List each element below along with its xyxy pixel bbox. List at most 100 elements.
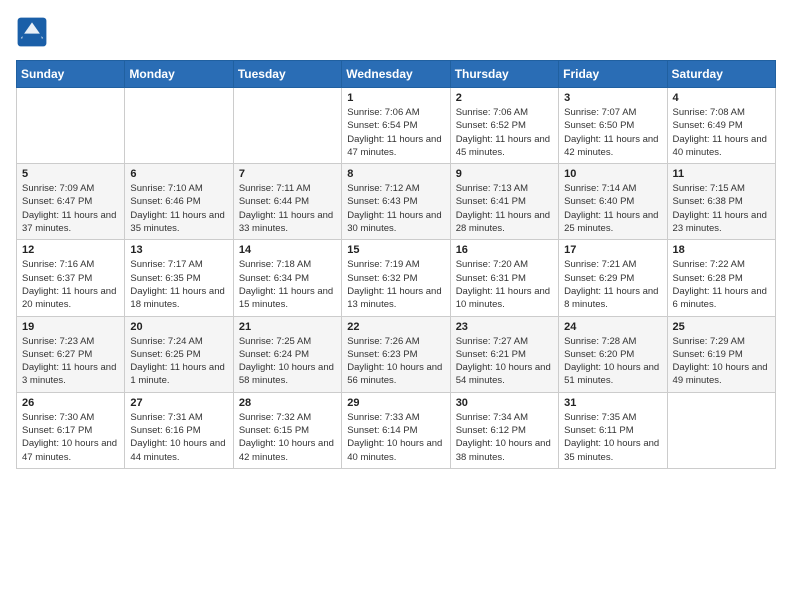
calendar-day-cell: 27 Sunrise: 7:31 AM Sunset: 6:16 PM Dayli… [125,392,233,468]
calendar-day-cell: 17 Sunrise: 7:21 AM Sunset: 6:29 PM Dayli… [559,240,667,316]
day-info: Sunrise: 7:35 AM Sunset: 6:11 PM Dayligh… [564,411,661,464]
calendar-day-cell: 26 Sunrise: 7:30 AM Sunset: 6:17 PM Dayli… [17,392,125,468]
empty-cell [17,88,125,164]
day-info: Sunrise: 7:31 AM Sunset: 6:16 PM Dayligh… [130,411,227,464]
day-number: 3 [564,92,661,104]
day-info: Sunrise: 7:14 AM Sunset: 6:40 PM Dayligh… [564,182,661,235]
day-number: 7 [239,168,336,180]
logo [16,16,52,48]
day-number: 25 [673,321,770,333]
calendar-week-row: 5 Sunrise: 7:09 AM Sunset: 6:47 PM Daylig… [17,164,776,240]
day-info: Sunrise: 7:32 AM Sunset: 6:15 PM Dayligh… [239,411,336,464]
calendar-day-cell: 10 Sunrise: 7:14 AM Sunset: 6:40 PM Dayli… [559,164,667,240]
empty-cell [233,88,341,164]
day-number: 28 [239,397,336,409]
calendar-day-cell: 29Sunrise: 7:33 AM Sunset: 6:14 PM Dayli… [342,392,450,468]
day-info: Sunrise: 7:17 AM Sunset: 6:35 PM Dayligh… [130,258,227,311]
day-number: 27 [130,397,227,409]
day-number: 12 [22,244,119,256]
empty-cell [667,392,775,468]
day-info: Sunrise: 7:26 AM Sunset: 6:23 PM Dayligh… [347,335,444,388]
calendar-day-cell: 20Sunrise: 7:24 AM Sunset: 6:25 PM Dayli… [125,316,233,392]
day-number: 9 [456,168,553,180]
col-header-friday: Friday [559,61,667,88]
day-info: Sunrise: 7:29 AM Sunset: 6:19 PM Dayligh… [673,335,770,388]
calendar-day-cell: 2 Sunrise: 7:06 AM Sunset: 6:52 PM Daylig… [450,88,558,164]
day-info: Sunrise: 7:34 AM Sunset: 6:12 PM Dayligh… [456,411,553,464]
day-number: 16 [456,244,553,256]
calendar-day-cell: 9 Sunrise: 7:13 AM Sunset: 6:41 PM Daylig… [450,164,558,240]
calendar-day-cell: 19 Sunrise: 7:23 AM Sunset: 6:27 PM Dayli… [17,316,125,392]
day-number: 2 [456,92,553,104]
col-header-wednesday: Wednesday [342,61,450,88]
calendar-week-row: 26 Sunrise: 7:30 AM Sunset: 6:17 PM Dayli… [17,392,776,468]
col-header-sunday: Sunday [17,61,125,88]
day-number: 10 [564,168,661,180]
day-info: Sunrise: 7:30 AM Sunset: 6:17 PM Dayligh… [22,411,119,464]
day-info: Sunrise: 7:06 AM Sunset: 6:52 PM Dayligh… [456,106,553,159]
calendar-day-cell: 25 Sunrise: 7:29 AM Sunset: 6:19 PM Dayli… [667,316,775,392]
day-number: 17 [564,244,661,256]
logo-icon [16,16,48,48]
day-info: Sunrise: 7:11 AM Sunset: 6:44 PM Dayligh… [239,182,336,235]
calendar-day-cell: 8 Sunrise: 7:12 AM Sunset: 6:43 PM Daylig… [342,164,450,240]
day-info: Sunrise: 7:22 AM Sunset: 6:28 PM Dayligh… [673,258,770,311]
day-info: Sunrise: 7:13 AM Sunset: 6:41 PM Dayligh… [456,182,553,235]
calendar-day-cell: 12 Sunrise: 7:16 AM Sunset: 6:37 PM Dayli… [17,240,125,316]
day-info: Sunrise: 7:07 AM Sunset: 6:50 PM Dayligh… [564,106,661,159]
calendar-day-cell: 13 Sunrise: 7:17 AM Sunset: 6:35 PM Dayli… [125,240,233,316]
day-info: Sunrise: 7:19 AM Sunset: 6:32 PM Dayligh… [347,258,444,311]
calendar-day-cell: 14 Sunrise: 7:18 AM Sunset: 6:34 PM Dayli… [233,240,341,316]
day-info: Sunrise: 7:10 AM Sunset: 6:46 PM Dayligh… [130,182,227,235]
day-number: 22 [347,321,444,333]
day-info: Sunrise: 7:12 AM Sunset: 6:43 PM Dayligh… [347,182,444,235]
day-number: 29 [347,397,444,409]
calendar-day-cell: 1Sunrise: 7:06 AM Sunset: 6:54 PM Daylig… [342,88,450,164]
day-number: 21 [239,321,336,333]
day-number: 14 [239,244,336,256]
calendar-day-cell: 31 Sunrise: 7:35 AM Sunset: 6:11 PM Dayli… [559,392,667,468]
calendar-day-cell: 5 Sunrise: 7:09 AM Sunset: 6:47 PM Daylig… [17,164,125,240]
day-info: Sunrise: 7:28 AM Sunset: 6:20 PM Dayligh… [564,335,661,388]
calendar-day-cell: 3 Sunrise: 7:07 AM Sunset: 6:50 PM Daylig… [559,88,667,164]
col-header-tuesday: Tuesday [233,61,341,88]
calendar-day-cell: 11Sunrise: 7:15 AM Sunset: 6:38 PM Dayli… [667,164,775,240]
day-info: Sunrise: 7:23 AM Sunset: 6:27 PM Dayligh… [22,335,119,388]
calendar-week-row: 1Sunrise: 7:06 AM Sunset: 6:54 PM Daylig… [17,88,776,164]
calendar-day-cell: 24 Sunrise: 7:28 AM Sunset: 6:20 PM Dayli… [559,316,667,392]
day-number: 6 [130,168,227,180]
day-info: Sunrise: 7:21 AM Sunset: 6:29 PM Dayligh… [564,258,661,311]
day-number: 19 [22,321,119,333]
calendar-header-row: SundayMondayTuesdayWednesdayThursdayFrid… [17,61,776,88]
calendar-week-row: 12 Sunrise: 7:16 AM Sunset: 6:37 PM Dayli… [17,240,776,316]
col-header-saturday: Saturday [667,61,775,88]
day-number: 26 [22,397,119,409]
calendar-day-cell: 15 Sunrise: 7:19 AM Sunset: 6:32 PM Dayli… [342,240,450,316]
day-number: 1 [347,92,444,104]
day-info: Sunrise: 7:27 AM Sunset: 6:21 PM Dayligh… [456,335,553,388]
empty-cell [125,88,233,164]
day-info: Sunrise: 7:09 AM Sunset: 6:47 PM Dayligh… [22,182,119,235]
calendar-week-row: 19 Sunrise: 7:23 AM Sunset: 6:27 PM Dayli… [17,316,776,392]
day-number: 31 [564,397,661,409]
day-number: 15 [347,244,444,256]
day-number: 13 [130,244,227,256]
day-number: 11 [673,168,770,180]
day-number: 8 [347,168,444,180]
col-header-monday: Monday [125,61,233,88]
day-info: Sunrise: 7:20 AM Sunset: 6:31 PM Dayligh… [456,258,553,311]
day-info: Sunrise: 7:16 AM Sunset: 6:37 PM Dayligh… [22,258,119,311]
calendar-day-cell: 18 Sunrise: 7:22 AM Sunset: 6:28 PM Dayli… [667,240,775,316]
calendar-table: SundayMondayTuesdayWednesdayThursdayFrid… [16,60,776,469]
day-number: 24 [564,321,661,333]
calendar-day-cell: 16 Sunrise: 7:20 AM Sunset: 6:31 PM Dayli… [450,240,558,316]
day-info: Sunrise: 7:08 AM Sunset: 6:49 PM Dayligh… [673,106,770,159]
day-number: 5 [22,168,119,180]
calendar-day-cell: 4Sunrise: 7:08 AM Sunset: 6:49 PM Daylig… [667,88,775,164]
day-number: 30 [456,397,553,409]
day-number: 23 [456,321,553,333]
day-info: Sunrise: 7:18 AM Sunset: 6:34 PM Dayligh… [239,258,336,311]
calendar-day-cell: 23 Sunrise: 7:27 AM Sunset: 6:21 PM Dayli… [450,316,558,392]
calendar-day-cell: 6 Sunrise: 7:10 AM Sunset: 6:46 PM Daylig… [125,164,233,240]
day-number: 18 [673,244,770,256]
